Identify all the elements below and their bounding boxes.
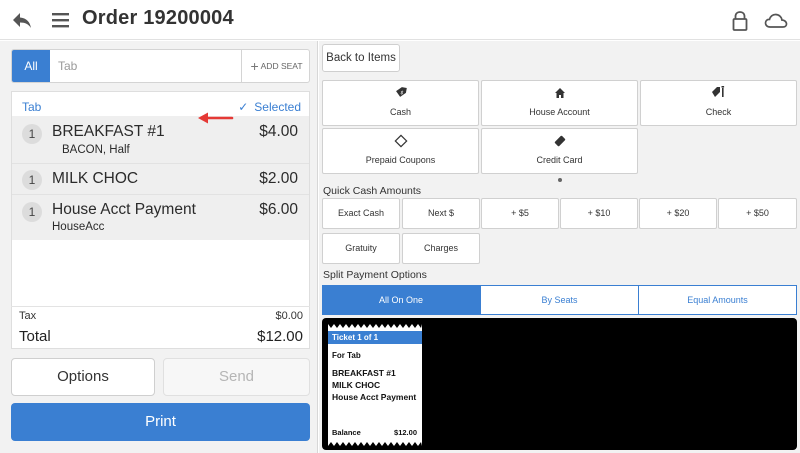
item-name: BREAKFAST #1 — [52, 123, 165, 140]
split-equal-amounts-button[interactable]: Equal Amounts — [638, 285, 797, 315]
item-modifier: BACON, Half — [62, 144, 130, 156]
item-quantity: 1 — [22, 170, 42, 190]
add-seat-button[interactable]: + ADD SEAT — [241, 50, 309, 82]
svg-text:$: $ — [399, 90, 403, 96]
ticket-tab-label: Tab — [22, 100, 42, 114]
cash-tag-icon: $ — [323, 86, 478, 102]
lock-icon[interactable] — [730, 10, 750, 32]
item-quantity: 1 — [22, 124, 42, 144]
split-ticket-line: MILK CHOC — [332, 380, 381, 390]
exact-cash-button[interactable]: Exact Cash — [322, 198, 400, 229]
plus-icon: + — [250, 58, 259, 74]
item-name: House Acct Payment — [52, 201, 196, 218]
item-price: $2.00 — [259, 170, 298, 187]
total-label: Total — [19, 328, 51, 345]
checkmark-icon: ✓ — [238, 100, 249, 114]
order-item[interactable]: 1 House Acct Payment $6.00 HouseAcc — [12, 195, 309, 240]
house-icon — [482, 86, 637, 102]
gratuity-button[interactable]: Gratuity — [322, 233, 400, 264]
item-price: $6.00 — [259, 201, 298, 218]
credit-card-icon — [482, 134, 637, 150]
selected-indicator: ✓ Selected — [238, 100, 301, 114]
ticket-header[interactable]: Tab ✓ Selected — [12, 92, 309, 116]
next-dollar-button[interactable]: Next $ — [402, 198, 480, 229]
top-header: Order 19200004 — [0, 0, 800, 40]
item-quantity: 1 — [22, 202, 42, 222]
item-price: $4.00 — [259, 123, 298, 140]
cash-label: Cash — [389, 107, 411, 117]
ticket-edge-top — [328, 324, 422, 328]
cash-button[interactable]: $ Cash — [322, 80, 479, 126]
tax-label: Tax — [19, 310, 37, 322]
ticket-edge-bottom — [328, 442, 422, 446]
print-button[interactable]: Print — [11, 403, 310, 441]
add-seat-label: ADD SEAT — [260, 61, 303, 71]
split-payment-title: Split Payment Options — [323, 269, 427, 281]
check-label: Check — [705, 107, 732, 117]
order-items-list: 1 BREAKFAST #1 $4.00 BACON, Half 1 MILK … — [12, 116, 309, 240]
check-button[interactable]: Check — [640, 80, 797, 126]
annotation-arrow-icon — [198, 112, 234, 124]
item-name: MILK CHOC — [52, 170, 139, 187]
coupon-icon — [323, 134, 478, 150]
totals-divider — [11, 306, 310, 307]
check-tag-icon — [641, 86, 796, 102]
credit-card-button[interactable]: Credit Card — [481, 128, 638, 174]
charges-button[interactable]: Charges — [402, 233, 480, 264]
split-ticket-card[interactable]: Ticket 1 of 1 For Tab BREAKFAST #1 MILK … — [328, 324, 422, 446]
split-ticket-line: BREAKFAST #1 — [332, 368, 396, 378]
order-title: Order 19200004 — [82, 7, 234, 29]
order-item[interactable]: 1 BREAKFAST #1 $4.00 BACON, Half — [12, 116, 309, 164]
back-arrow-icon[interactable] — [10, 8, 34, 32]
house-account-button[interactable]: House Account — [481, 80, 638, 126]
split-ticket-for: For Tab — [332, 351, 361, 360]
order-item[interactable]: 1 MILK CHOC $2.00 — [12, 164, 309, 195]
quick-cash-title: Quick Cash Amounts — [323, 185, 422, 197]
page-indicator-dot[interactable] — [558, 178, 562, 182]
tab-bar: All +ADD SEAT — [11, 49, 310, 83]
plus-5-button[interactable]: + $5 — [481, 198, 559, 229]
split-all-on-one-button[interactable]: All On One — [322, 285, 480, 315]
split-ticket-line: House Acct Payment — [332, 392, 417, 402]
options-button[interactable]: Options — [11, 358, 155, 396]
selected-label: Selected — [254, 100, 301, 114]
send-button[interactable]: Send — [163, 358, 310, 396]
tab-name-input[interactable] — [58, 50, 238, 82]
hamburger-menu-icon[interactable] — [51, 9, 71, 31]
house-account-label: House Account — [529, 107, 590, 117]
plus-50-button[interactable]: + $50 — [718, 198, 797, 229]
split-ticket-balance-label: Balance — [332, 428, 361, 437]
tax-value: $0.00 — [275, 310, 303, 322]
credit-card-label: Credit Card — [536, 155, 583, 165]
item-modifier: HouseAcc — [52, 221, 105, 233]
split-by-seats-button[interactable]: By Seats — [480, 285, 639, 315]
back-to-items-button[interactable]: Back to Items — [322, 44, 400, 72]
cloud-icon[interactable] — [764, 10, 788, 32]
prepaid-coupons-button[interactable]: Prepaid Coupons — [322, 128, 479, 174]
plus-10-button[interactable]: + $10 — [560, 198, 638, 229]
split-ticket-header: Ticket 1 of 1 — [328, 331, 422, 344]
total-value: $12.00 — [257, 328, 303, 345]
prepaid-coupons-label: Prepaid Coupons — [365, 155, 436, 165]
tab-all-button[interactable]: All — [12, 50, 50, 82]
order-ticket: Tab ✓ Selected 1 BREAKFAST #1 $4.00 BACON… — [11, 91, 310, 349]
plus-20-button[interactable]: + $20 — [639, 198, 717, 229]
split-ticket-balance-value: $12.00 — [394, 428, 417, 437]
